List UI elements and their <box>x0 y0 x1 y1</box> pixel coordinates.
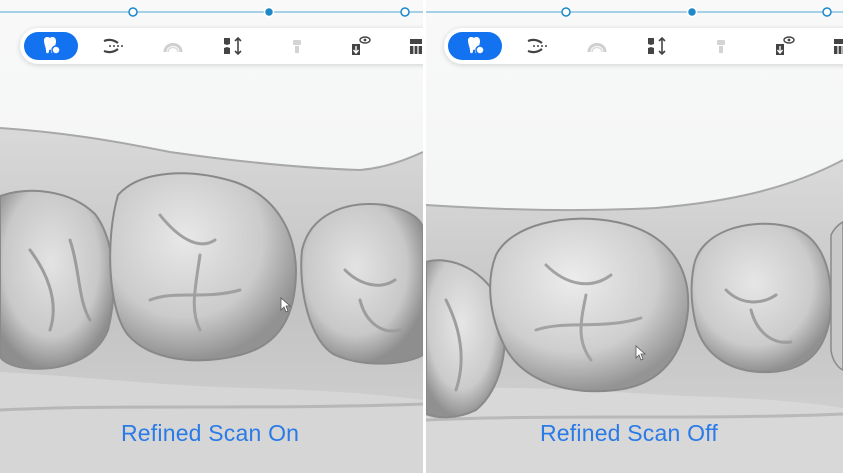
occlusion-icon <box>527 38 548 54</box>
scan-panel-refined-off: Refined Scan Off <box>426 0 843 473</box>
arch-button[interactable] <box>146 32 200 60</box>
bite-align-button[interactable] <box>206 32 260 60</box>
tooth-view-button[interactable] <box>332 32 386 60</box>
jaw-button[interactable] <box>392 32 423 60</box>
tooth-scan-icon <box>44 36 61 55</box>
scan-progress-track <box>426 4 843 20</box>
jaw-icon <box>410 39 422 54</box>
occlusion-button[interactable] <box>510 32 564 60</box>
bite-align-button[interactable] <box>630 32 684 60</box>
bite-align-icon <box>648 36 666 56</box>
scan-toolbar <box>20 28 423 64</box>
jaw-icon <box>834 39 843 54</box>
scan-panel-refined-on: Refined Scan On <box>0 0 423 473</box>
arch-button[interactable] <box>570 32 624 60</box>
tooth-view-icon <box>776 36 795 55</box>
single-tooth-button[interactable] <box>694 32 748 60</box>
scan-progress-track <box>0 4 423 20</box>
tooth-view-icon <box>352 36 371 55</box>
progress-step-dot-current <box>686 6 698 18</box>
scan-caption: Refined Scan Off <box>540 420 718 446</box>
arch-icon <box>587 43 607 53</box>
single-tooth-icon <box>293 40 301 53</box>
scan-caption: Refined Scan On <box>121 420 300 446</box>
bite-align-icon <box>224 36 242 56</box>
occlusion-icon <box>103 38 124 54</box>
progress-step-dot-current <box>263 6 275 18</box>
single-tooth-button[interactable] <box>270 32 324 60</box>
tooth-scan-button[interactable] <box>448 32 502 60</box>
tooth-view-button[interactable] <box>756 32 810 60</box>
scan-3d-model[interactable] <box>426 0 843 473</box>
jaw-button[interactable] <box>816 32 843 60</box>
progress-step-dot <box>822 7 832 17</box>
occlusion-button[interactable] <box>86 32 140 60</box>
progress-step-dot <box>561 7 571 17</box>
single-tooth-icon <box>717 40 725 53</box>
progress-step-dot <box>128 7 138 17</box>
scan-toolbar <box>444 28 843 64</box>
tooth-scan-button[interactable] <box>24 32 78 60</box>
progress-step-dot <box>400 7 410 17</box>
scan-3d-model[interactable] <box>0 0 423 473</box>
tooth-scan-icon <box>468 36 485 55</box>
arch-icon <box>163 43 183 53</box>
